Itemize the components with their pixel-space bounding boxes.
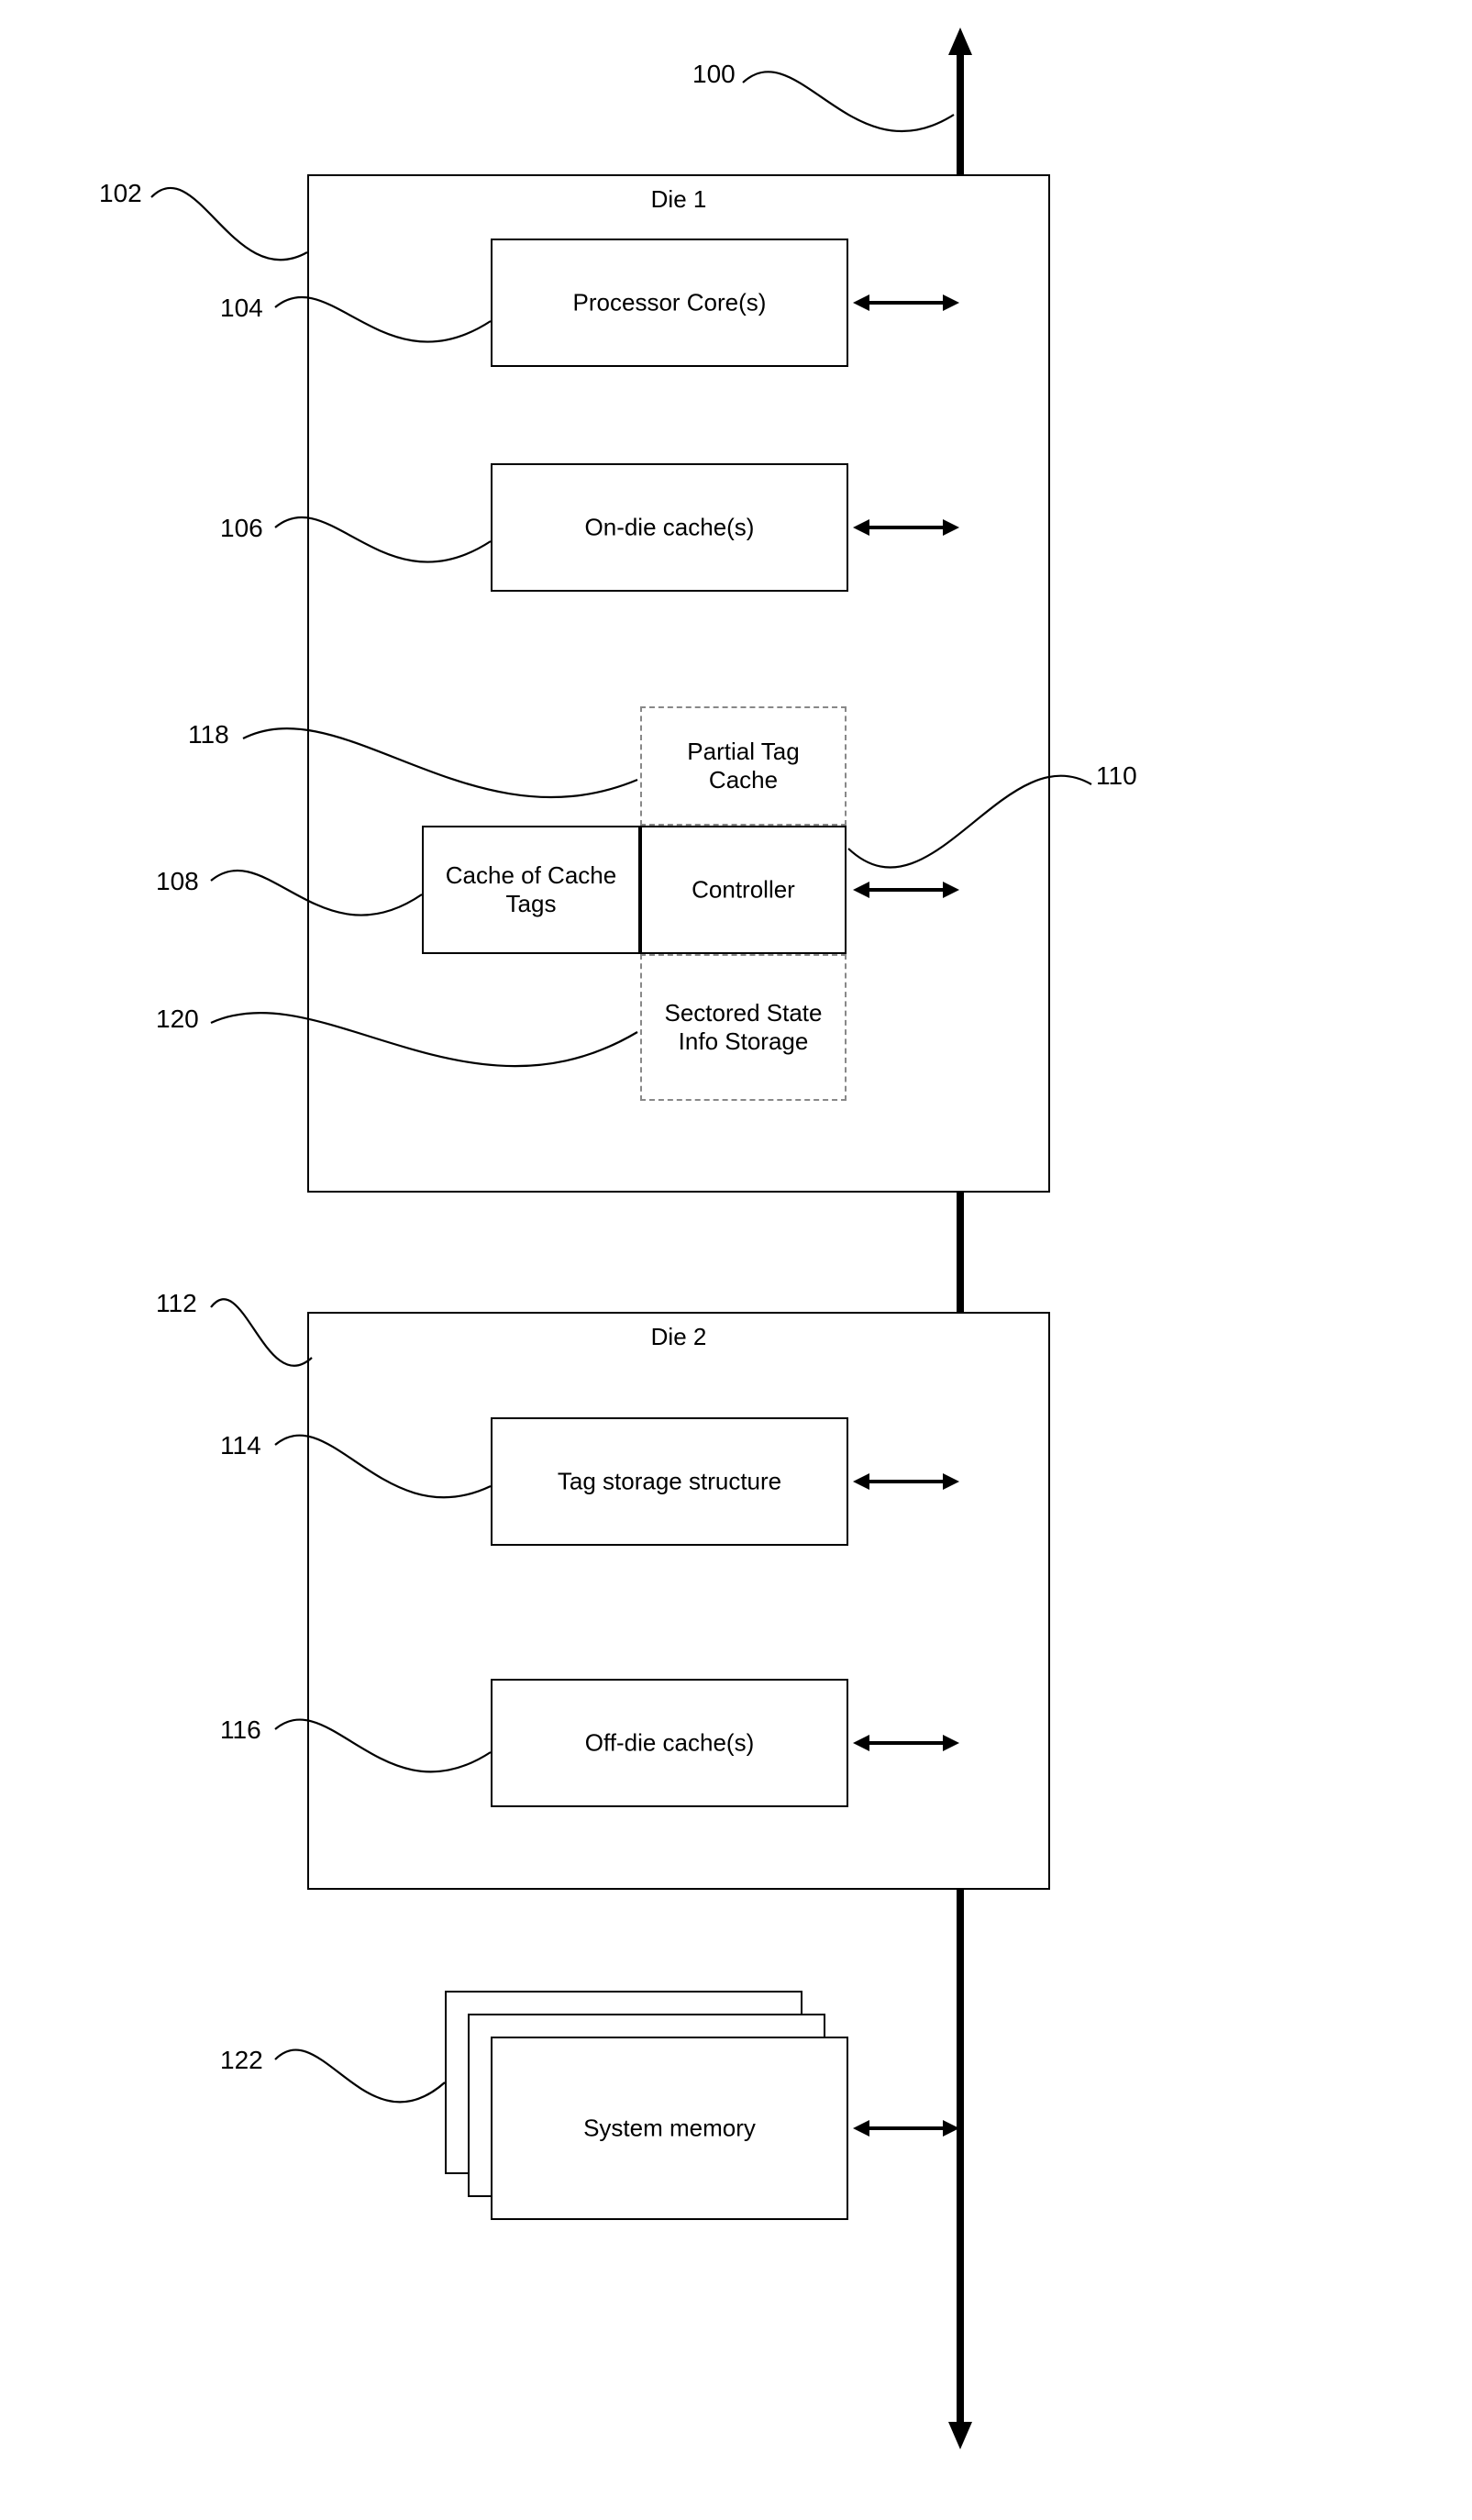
partial-tag-cache-label: Partial Tag Cache	[652, 738, 835, 794]
conn-arrow-r-icon	[943, 1735, 959, 1751]
ref-100: 100	[692, 60, 736, 89]
lead-100	[743, 69, 963, 188]
ref-118: 118	[188, 720, 229, 749]
ondie-cache-label: On-die cache(s)	[510, 513, 828, 541]
tag-storage-block: Tag storage structure	[491, 1417, 848, 1546]
conn-sysmem	[862, 2126, 952, 2130]
lead-122	[275, 2046, 459, 2156]
conn-arrow-r-icon	[943, 882, 959, 898]
processor-core-block: Processor Core(s)	[491, 239, 848, 367]
die1-title: Die 1	[651, 185, 707, 214]
ref-102: 102	[99, 179, 142, 208]
conn-controller	[862, 888, 952, 892]
ref-110: 110	[1096, 761, 1137, 791]
ref-112: 112	[156, 1289, 197, 1318]
bus-arrow-up-icon	[948, 28, 972, 55]
conn-tagstorage	[862, 1480, 952, 1483]
conn-processor	[862, 301, 952, 305]
offdie-cache-label: Off-die cache(s)	[510, 1728, 828, 1757]
ref-116: 116	[220, 1715, 261, 1745]
conn-arrow-l-icon	[853, 1473, 869, 1490]
ondie-cache-block: On-die cache(s)	[491, 463, 848, 592]
sectored-state-label: Sectored State Info Storage	[652, 999, 835, 1056]
conn-ondie	[862, 526, 952, 529]
ref-104: 104	[220, 294, 263, 323]
sectored-state-block: Sectored State Info Storage	[640, 954, 847, 1101]
controller-label: Controller	[652, 875, 835, 904]
lead-102	[151, 183, 316, 303]
offdie-cache-block: Off-die cache(s)	[491, 1679, 848, 1807]
ref-120: 120	[156, 1005, 199, 1034]
cache-of-cache-tags-label: Cache of Cache Tags	[435, 861, 628, 918]
conn-arrow-l-icon	[853, 882, 869, 898]
conn-arrow-r-icon	[943, 519, 959, 536]
bus-arrow-down-icon	[948, 2422, 972, 2449]
conn-arrow-r-icon	[943, 1473, 959, 1490]
ref-122: 122	[220, 2046, 263, 2075]
conn-arrow-r-icon	[943, 2120, 959, 2137]
die2-title: Die 2	[651, 1323, 707, 1351]
diagram-canvas: Die 1 Processor Core(s) On-die cache(s) …	[0, 0, 1472, 2520]
conn-arrow-l-icon	[853, 519, 869, 536]
processor-core-label: Processor Core(s)	[510, 288, 828, 316]
conn-arrow-l-icon	[853, 2120, 869, 2137]
ref-114: 114	[220, 1431, 261, 1460]
system-memory-label: System memory	[510, 2114, 828, 2142]
system-memory-block: System memory	[491, 2037, 848, 2220]
conn-arrow-r-icon	[943, 294, 959, 311]
conn-arrow-l-icon	[853, 1735, 869, 1751]
ref-106: 106	[220, 514, 263, 543]
conn-offdie	[862, 1741, 952, 1745]
ref-108: 108	[156, 867, 199, 896]
controller-block: Controller	[640, 826, 847, 954]
cache-of-cache-tags-block: Cache of Cache Tags	[422, 826, 640, 954]
conn-arrow-l-icon	[853, 294, 869, 311]
tag-storage-label: Tag storage structure	[510, 1467, 828, 1495]
partial-tag-cache-block: Partial Tag Cache	[640, 706, 847, 826]
